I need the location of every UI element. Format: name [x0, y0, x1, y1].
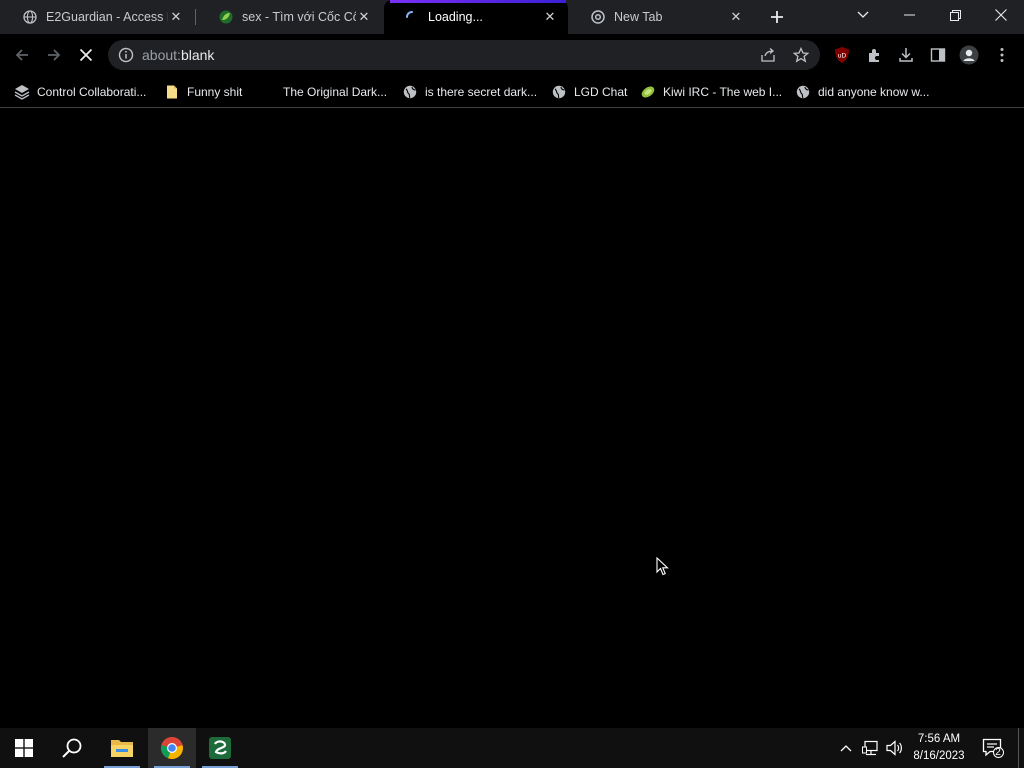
- bookmark-label: LGD Chat: [574, 85, 628, 99]
- close-icon[interactable]: ✕: [542, 9, 558, 25]
- bookmark-secret-dark[interactable]: is there secret dark...: [402, 82, 537, 102]
- plus-icon: [771, 11, 783, 23]
- taskbar-chrome[interactable]: [148, 728, 196, 768]
- loading-spinner-icon: [404, 9, 420, 25]
- file-explorer-icon: [111, 740, 133, 757]
- close-icon: [79, 48, 93, 62]
- taskbar-file-explorer[interactable]: [98, 728, 146, 768]
- url-text[interactable]: about:blank: [142, 47, 214, 63]
- address-bar[interactable]: about:blank: [108, 40, 820, 70]
- tab-new-tab[interactable]: New Tab ✕: [570, 0, 754, 34]
- tab-title: New Tab: [614, 10, 663, 24]
- minimize-button[interactable]: [886, 0, 932, 30]
- globe-icon: [795, 84, 811, 100]
- extensions-icon[interactable]: [864, 45, 884, 65]
- bookmark-did-anyone-know[interactable]: did anyone know w...: [795, 82, 929, 102]
- chevron-down-icon: [857, 11, 869, 18]
- minimize-icon: [903, 14, 915, 16]
- tab-separator: [195, 9, 196, 25]
- bookmark-funny-shit[interactable]: Funny shit: [164, 82, 242, 102]
- network-button[interactable]: [860, 728, 882, 768]
- globe-icon: [551, 84, 567, 100]
- info-icon[interactable]: [118, 47, 134, 63]
- bookmark-label: Control Collaborati...: [37, 85, 147, 99]
- speaker-icon: [886, 740, 902, 756]
- restore-button[interactable]: [932, 0, 978, 30]
- taskbar-clock[interactable]: 7:56 AM 8/16/2023: [906, 731, 972, 765]
- tab-search-button[interactable]: [840, 0, 886, 30]
- globe-icon: [402, 84, 418, 100]
- bookmark-label: Kiwi IRC - The web I...: [663, 85, 783, 99]
- bookmark-label: The Original Dark...: [283, 85, 388, 99]
- volume-button[interactable]: [884, 728, 906, 768]
- chevron-up-icon: [840, 745, 852, 752]
- bookmark-label: Funny shit: [187, 85, 243, 99]
- app-icon: [209, 737, 231, 759]
- back-button[interactable]: [10, 43, 34, 67]
- network-icon: [862, 740, 878, 756]
- tab-title: sex - Tìm với Cốc Cốc: [242, 10, 356, 24]
- stop-button[interactable]: [74, 43, 98, 67]
- tab-title: Loading...: [428, 10, 483, 24]
- bookmark-label: is there secret dark...: [425, 85, 538, 99]
- stack-icon: [14, 84, 30, 100]
- search-button[interactable]: [48, 728, 96, 768]
- windows-taskbar: 7:56 AM 8/16/2023 2: [0, 728, 1024, 768]
- arrow-right-icon: [48, 49, 61, 61]
- clock-time: 7:56 AM: [917, 733, 961, 745]
- kebab-menu-icon[interactable]: [992, 45, 1012, 65]
- globe-icon: [22, 9, 38, 25]
- svg-text:uD: uD: [838, 53, 847, 60]
- start-button[interactable]: [0, 728, 48, 768]
- clock-date: 8/16/2023: [913, 750, 965, 762]
- url-scheme: about:: [142, 47, 181, 63]
- windows-logo-icon: [15, 739, 33, 757]
- side-panel-icon[interactable]: [928, 45, 948, 65]
- arrow-left-icon: [15, 49, 28, 61]
- close-window-button[interactable]: [978, 0, 1024, 30]
- show-desktop-button[interactable]: [1018, 728, 1019, 768]
- bookmark-control-collaboration[interactable]: Control Collaborati...: [14, 82, 146, 102]
- bookmark-label: did anyone know w...: [818, 85, 930, 99]
- bookmark-star-icon[interactable]: [791, 45, 811, 65]
- bookmark-original-dark[interactable]: The Original Dark...: [260, 82, 387, 102]
- show-hidden-icons-button[interactable]: [836, 728, 856, 768]
- search-icon: [62, 738, 82, 758]
- blank-page-icon: [260, 84, 276, 100]
- download-icon[interactable]: [896, 45, 916, 65]
- url-path: blank: [180, 47, 215, 63]
- tab-loading-bar: [390, 0, 566, 3]
- tab-title: E2Guardian - Access De: [46, 10, 168, 24]
- tab-loading[interactable]: Loading... ✕: [384, 0, 568, 34]
- bookmarks-bar: Control Collaborati... Funny shit The Or…: [0, 76, 1024, 108]
- chrome-icon: [590, 9, 606, 25]
- share-icon[interactable]: [758, 45, 778, 65]
- action-center-button[interactable]: 2: [980, 728, 1006, 768]
- restore-icon: [949, 9, 961, 21]
- bookmark-kiwi-irc[interactable]: Kiwi IRC - The web I...: [640, 82, 782, 102]
- tab-strip: E2Guardian - Access De ✕ sex - Tìm với C…: [0, 0, 1024, 34]
- bookmark-lgd-chat[interactable]: LGD Chat: [551, 82, 627, 102]
- close-icon[interactable]: ✕: [728, 9, 744, 25]
- ublock-origin-icon[interactable]: uD: [832, 45, 852, 65]
- new-tab-button[interactable]: [766, 6, 788, 28]
- forward-button[interactable]: [42, 43, 66, 67]
- notification-count: 2: [995, 747, 1001, 758]
- close-icon[interactable]: ✕: [168, 9, 184, 25]
- taskbar-app[interactable]: [196, 728, 244, 768]
- browser-toolbar: about:blank uD: [0, 34, 1024, 76]
- tab-coccoc-search[interactable]: sex - Tìm với Cốc Cốc ✕: [198, 0, 382, 34]
- kiwi-icon: [640, 84, 656, 100]
- chrome-icon: [161, 737, 183, 760]
- close-icon[interactable]: ✕: [356, 9, 372, 25]
- folder-icon: [164, 84, 180, 100]
- profile-icon[interactable]: [959, 45, 979, 65]
- coccoc-icon: [218, 9, 234, 25]
- tab-e2guardian[interactable]: E2Guardian - Access De ✕: [2, 0, 194, 34]
- close-icon: [995, 9, 1007, 21]
- page-content[interactable]: [0, 109, 1024, 727]
- mouse-cursor-icon: [656, 557, 669, 576]
